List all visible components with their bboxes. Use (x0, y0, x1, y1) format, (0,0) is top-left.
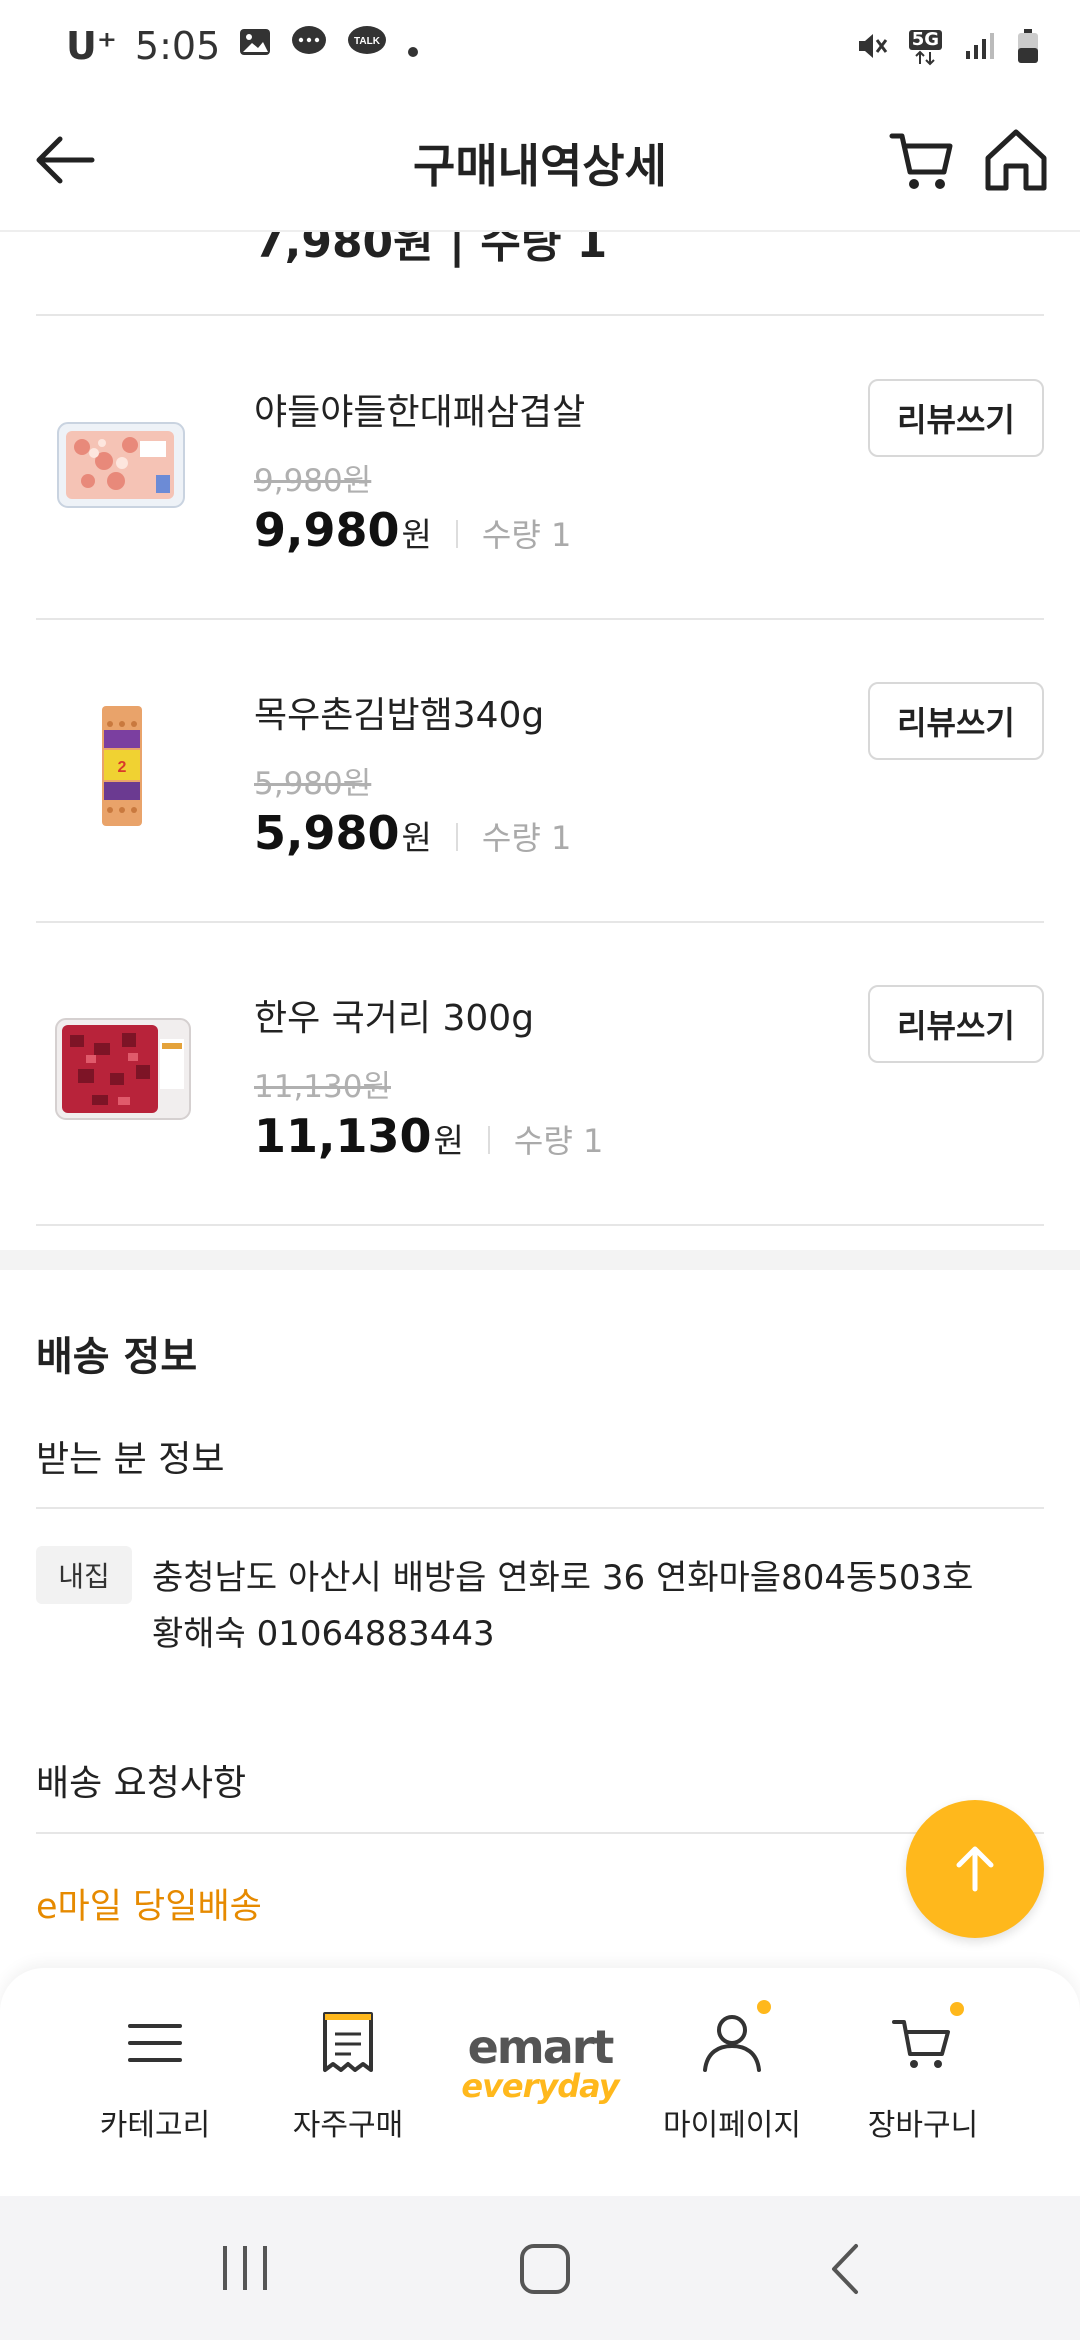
order-item: 한우 국거리 300g 11,130원 11,130 원 수량 1 리뷰쓰기 (36, 923, 1044, 1226)
system-navigation-bar (0, 2196, 1080, 2340)
receipt-icon (313, 2008, 383, 2078)
write-review-button[interactable]: 리뷰쓰기 (868, 682, 1044, 760)
sale-price: 9,980 (254, 503, 400, 557)
quantity-label: 수량 1 (481, 819, 572, 857)
bottom-navigation: 카테고리 자주구매 emart everyday 마이페이지 장바구니 (0, 1968, 1080, 2196)
talk-icon: TALK (346, 24, 388, 68)
recipient-address-block: 충청남도 아산시 배방읍 연화로 36 연화마을804동503호 황해숙 010… (152, 1550, 973, 1662)
time-label: 5:05 (134, 24, 221, 68)
recent-apps-icon (223, 2246, 267, 2290)
cart-badge-dot (950, 2002, 964, 2016)
nav-mypage-label: 마이페이지 (663, 2108, 801, 2143)
nav-category[interactable]: 카테고리 (60, 2008, 250, 2168)
list-item-partial: 7,980원 | 수량 1 (36, 232, 1044, 316)
menu-icon (120, 2008, 190, 2078)
currency-label: 원 (433, 1121, 464, 1160)
cart-button[interactable] (884, 122, 960, 198)
scroll-top-button[interactable] (906, 1800, 1044, 1938)
home-button[interactable] (978, 122, 1054, 198)
app-header: 구매내역상세 (0, 82, 1080, 232)
original-price: 9,980원 (254, 463, 372, 499)
cart-icon (888, 2002, 964, 2078)
nav-frequent-label: 자주구매 (292, 2108, 404, 2143)
write-review-button[interactable]: 리뷰쓰기 (868, 379, 1044, 457)
home-square-icon (520, 2244, 570, 2294)
separator (455, 823, 458, 851)
section-divider (0, 1250, 1080, 1270)
address-text: 충청남도 아산시 배방읍 연화로 36 연화마을804동503호 (152, 1558, 974, 1598)
delivery-request-value: e마일 당일배송 (36, 1887, 262, 1927)
message-icon (290, 24, 328, 68)
back-nav-button[interactable] (812, 2234, 882, 2304)
divider (36, 1832, 1044, 1834)
delivery-request-title: 배송 요청사항 (36, 1763, 247, 1804)
quantity-label: 수량 1 (513, 1122, 604, 1160)
nav-cart-label: 장바구니 (867, 2108, 979, 2143)
gallery-icon (238, 24, 272, 68)
product-image[interactable] (52, 1009, 192, 1129)
order-item: 2 목우촌김밥햄340g 5,980원 5,980 원 수량 1 리뷰쓰기 (36, 620, 1044, 923)
price-line: 5,980 원 수량 1 (254, 806, 571, 860)
cart-icon (889, 133, 953, 189)
sale-price: 5,980 (254, 806, 400, 860)
product-image[interactable] (52, 403, 192, 523)
product-name[interactable]: 한우 국거리 300g (254, 989, 534, 1041)
partial-price: 7,980원 | 수량 1 (254, 232, 608, 268)
quantity-label: 수량 1 (481, 516, 572, 554)
original-price: 11,130원 (254, 1069, 391, 1105)
nav-mypage[interactable]: 마이페이지 (637, 2000, 827, 2168)
nav-cart[interactable]: 장바구니 (828, 2002, 1018, 2168)
svg-text:2: 2 (118, 759, 127, 776)
home-nav-button[interactable] (510, 2234, 580, 2304)
original-price: 5,980원 (254, 766, 372, 802)
separator (487, 1126, 490, 1154)
sale-price: 11,130 (254, 1109, 432, 1163)
write-review-button[interactable]: 리뷰쓰기 (868, 985, 1044, 1063)
nav-category-label: 카테고리 (99, 2108, 211, 2143)
status-bar: U⁺ 5:05 TALK 5G (0, 0, 1080, 82)
divider (36, 1507, 1044, 1509)
price-line: 11,130 원 수량 1 (254, 1109, 603, 1163)
person-icon (697, 2000, 771, 2078)
nav-home-logo[interactable]: emart everyday (445, 2024, 635, 2184)
recipient-title: 받는 분 정보 (36, 1439, 225, 1480)
address-tag: 내집 (36, 1546, 132, 1604)
recipient-name-phone: 황해숙 01064883443 (152, 1614, 495, 1654)
product-name[interactable]: 목우촌김밥햄340g (254, 686, 544, 738)
carrier-label: U⁺ (66, 24, 117, 68)
network-5g-icon: 5G (908, 30, 942, 66)
home-icon (985, 129, 1047, 191)
recent-apps-button[interactable] (210, 2238, 280, 2298)
notification-dot-icon (406, 24, 420, 68)
currency-label: 원 (401, 515, 432, 554)
order-item: 야들야들한대패삼겹살 9,980원 9,980 원 수량 1 리뷰쓰기 (36, 317, 1044, 620)
signal-icon (962, 29, 996, 67)
svg-text:TALK: TALK (354, 36, 381, 47)
chevron-left-icon (832, 2244, 858, 2294)
arrow-up-icon (956, 1846, 994, 1892)
product-name[interactable]: 야들야들한대패삼겹살 (254, 383, 585, 435)
price-line: 9,980 원 수량 1 (254, 503, 571, 557)
product-image[interactable]: 2 (52, 706, 192, 826)
separator (455, 520, 458, 548)
mute-icon (855, 29, 889, 67)
currency-label: 원 (401, 818, 432, 857)
delivery-section-title: 배송 정보 (36, 1334, 198, 1380)
mypage-badge-dot (757, 2000, 771, 2014)
nav-frequent[interactable]: 자주구매 (253, 2008, 443, 2168)
battery-icon (1016, 28, 1040, 68)
emart-logo: emart everyday (461, 2020, 619, 2105)
